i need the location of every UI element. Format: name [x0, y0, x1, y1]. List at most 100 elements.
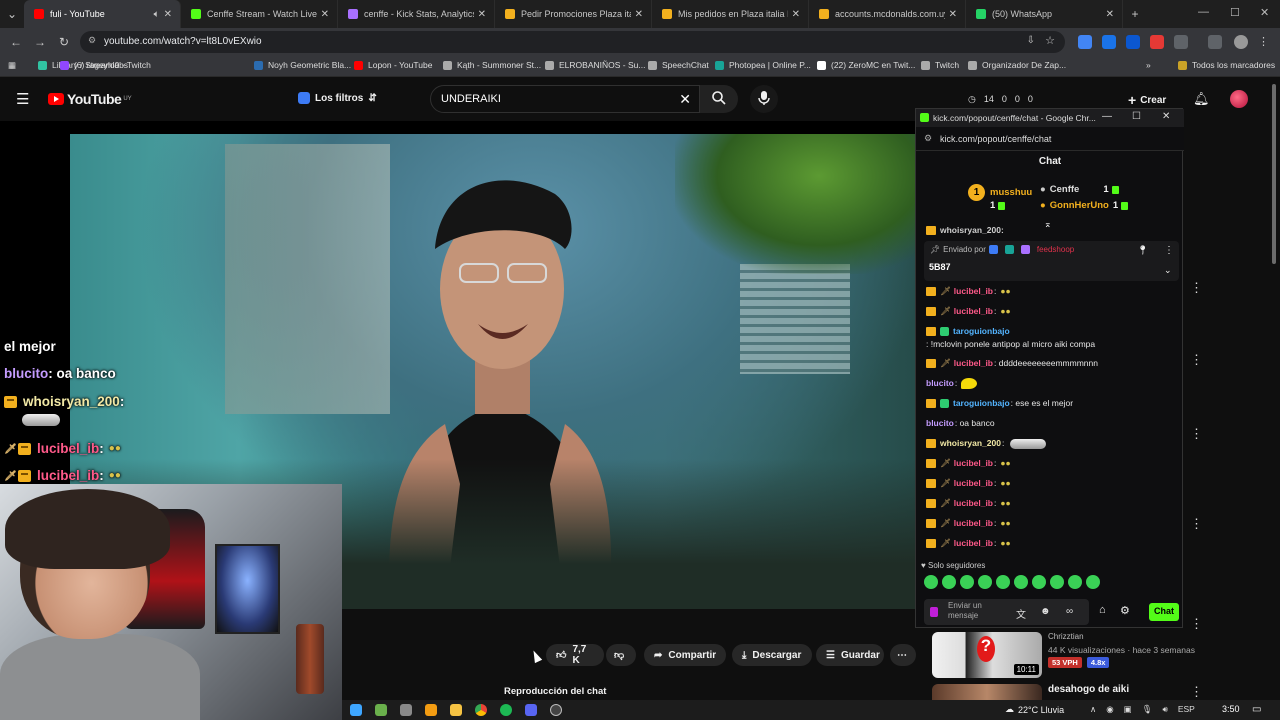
chrome-icon[interactable]: [475, 704, 487, 716]
browser-tab[interactable]: Cenffe Stream - Watch Live on Kick ✕: [181, 0, 338, 28]
obs-icon[interactable]: [550, 704, 562, 716]
popup-maximize-icon[interactable]: ☐: [1132, 111, 1141, 122]
browser-tab[interactable]: Pedir Promociones Plaza italia ✕: [495, 0, 652, 28]
close-tab-icon[interactable]: ✕: [478, 9, 486, 20]
page-scrollbar[interactable]: [1272, 84, 1276, 264]
tab-search-icon[interactable]: ⌄: [0, 7, 24, 21]
search-input[interactable]: UNDERAIKI ✕: [430, 85, 700, 113]
bookmark-star-icon[interactable]: ☆: [1045, 34, 1055, 47]
download-button[interactable]: ⤓ Descargar: [732, 644, 812, 666]
more-icon[interactable]: ⋮: [1190, 516, 1203, 532]
close-tab-icon[interactable]: ✕: [949, 9, 957, 20]
chat-settings-icon[interactable]: ⚙: [1120, 604, 1130, 617]
chat-username[interactable]: whoisryan_200:: [940, 224, 1004, 237]
chat-message[interactable]: 🗡︎ lucibel_ib: ●●: [926, 285, 1176, 298]
related-video-title[interactable]: desahogo de aiki: [1048, 684, 1129, 695]
chat-username[interactable]: taroguionbajo: [953, 325, 1010, 338]
emote-icon[interactable]: [1086, 575, 1100, 589]
chat-username[interactable]: lucibel_ib: [954, 477, 993, 490]
emote-icon[interactable]: [1068, 575, 1082, 589]
voice-search-button[interactable]: [750, 85, 778, 113]
chat-username[interactable]: lucibel_ib: [954, 457, 993, 470]
extension-icon[interactable]: [1102, 35, 1116, 49]
minimize-icon[interactable]: —: [1198, 6, 1209, 18]
extension-icon[interactable]: [1078, 35, 1092, 49]
more-bookmarks-icon[interactable]: »: [1146, 60, 1151, 70]
discord-icon[interactable]: [525, 704, 537, 716]
bookmark-item[interactable]: Noyh Geometric Bla...: [254, 60, 351, 70]
adblock-icon[interactable]: [1150, 35, 1164, 49]
bookmark-item[interactable]: Kąth - Summoner St...: [443, 60, 541, 70]
chat-message[interactable]: whoisryan_200:: [926, 224, 1176, 237]
gift-box-icon[interactable]: ⌂: [1099, 604, 1106, 616]
close-tab-icon[interactable]: ✕: [792, 9, 800, 20]
emote-picker-icon[interactable]: ∞: [1066, 606, 1073, 617]
mute-tab-icon[interactable]: 🔈︎: [154, 9, 160, 20]
emote-icon[interactable]: [1050, 575, 1064, 589]
bookmark-item[interactable]: ELROBANIÑOS - Su...: [545, 60, 645, 70]
emote-icon[interactable]: [942, 575, 956, 589]
volume-icon[interactable]: 🔊︎: [1162, 704, 1167, 715]
chat-message-input[interactable]: Enviar un mensaje 文 ☻ ∞: [924, 599, 1089, 625]
site-info-icon[interactable]: ⚙: [88, 35, 96, 46]
microphone-icon[interactable]: 🎙︎: [1142, 704, 1153, 715]
chat-username[interactable]: lucibel_ib: [954, 537, 993, 550]
bookmark-item[interactable]: SpeechChat: [648, 60, 709, 70]
weather-widget[interactable]: ☁ 22°C Lluvia: [1005, 704, 1064, 715]
filters-button[interactable]: Los filtros ⇵: [298, 92, 377, 104]
close-tab-icon[interactable]: ✕: [635, 9, 643, 20]
chat-message[interactable]: 🗡︎ lucibel_ib: ●●: [926, 497, 1176, 510]
bookmark-item[interactable]: Twitch: [921, 60, 959, 70]
taskbar-app-icon[interactable]: [350, 704, 362, 716]
more-icon[interactable]: ⋮: [1190, 426, 1203, 442]
chat-send-button[interactable]: Chat: [1149, 603, 1179, 621]
microphone-icon[interactable]: [930, 607, 938, 617]
pinned-username[interactable]: feedshoop: [1037, 245, 1074, 254]
browser-tab[interactable]: (50) WhatsApp ✕: [966, 0, 1123, 28]
chat-replay-label[interactable]: Reproducción del chat: [504, 686, 606, 697]
bookmark-item[interactable]: Organizador De Zap...: [968, 60, 1066, 70]
chat-username[interactable]: blucito: [926, 377, 954, 390]
chat-username[interactable]: lucibel_ib: [954, 357, 993, 370]
close-tab-icon[interactable]: ✕: [164, 9, 172, 20]
like-button[interactable]: 👍︎ 7,7 K: [546, 644, 604, 666]
chat-username[interactable]: lucibel_ib: [954, 305, 993, 318]
new-tab-button[interactable]: +: [1123, 7, 1147, 21]
chat-message[interactable]: 🗡︎ lucibel_ib: ●●: [926, 517, 1176, 530]
share-button[interactable]: ➦ Compartir: [644, 644, 726, 666]
more-icon[interactable]: ⋮: [1190, 352, 1203, 368]
hamburger-menu-icon[interactable]: ☰: [16, 90, 29, 108]
clock[interactable]: 3:50: [1222, 704, 1240, 714]
profile-icon[interactable]: [1234, 35, 1248, 49]
chat-message[interactable]: whoisryan_200:: [926, 437, 1176, 450]
close-tab-icon[interactable]: ✕: [1106, 9, 1114, 20]
emote-icon[interactable]: [978, 575, 992, 589]
popup-minimize-icon[interactable]: —: [1102, 111, 1112, 122]
more-icon[interactable]: ⋮: [1190, 280, 1203, 296]
more-icon[interactable]: ⋮: [1190, 616, 1203, 632]
browser-tab[interactable]: accounts.mcdonalds.com.uy/fo ✕: [809, 0, 966, 28]
taskbar-app-icon[interactable]: [375, 704, 387, 716]
related-channel-name[interactable]: Chrizztian: [1048, 632, 1084, 641]
account-avatar[interactable]: [1230, 90, 1248, 108]
media-control-icon[interactable]: [1208, 35, 1222, 49]
apps-grid-icon[interactable]: ▦: [8, 60, 16, 71]
clear-search-icon[interactable]: ✕: [679, 91, 691, 108]
extensions-puzzle-icon[interactable]: [1174, 35, 1188, 49]
emote-icon[interactable]: [996, 575, 1010, 589]
bookmark-item[interactable]: Photopea | Online P...: [715, 60, 811, 70]
language-indicator[interactable]: ESP: [1178, 704, 1195, 715]
taskbar-app-icon[interactable]: [425, 704, 437, 716]
chat-message[interactable]: 🗡︎ lucibel_ib: ●●: [926, 457, 1176, 470]
browser-menu-icon[interactable]: ⋮: [1258, 35, 1272, 49]
browser-tab[interactable]: cenffe - Kick Stats, Analytics and... ✕: [338, 0, 495, 28]
notifications-icon[interactable]: ▭: [1252, 704, 1261, 715]
taskbar-app-icon[interactable]: [400, 704, 412, 716]
emote-icon[interactable]: [1014, 575, 1028, 589]
spotify-icon[interactable]: [500, 704, 512, 716]
related-video-thumbnail[interactable]: ? 10:11: [932, 632, 1042, 678]
bookmark-item[interactable]: (22) ZeroMC en Twit...: [817, 60, 915, 70]
chat-message[interactable]: blucito: oa banco: [926, 417, 1176, 430]
leaderboard-entry[interactable]: ● GonnHerUno 1: [1040, 200, 1129, 211]
back-icon[interactable]: ←: [4, 35, 28, 49]
